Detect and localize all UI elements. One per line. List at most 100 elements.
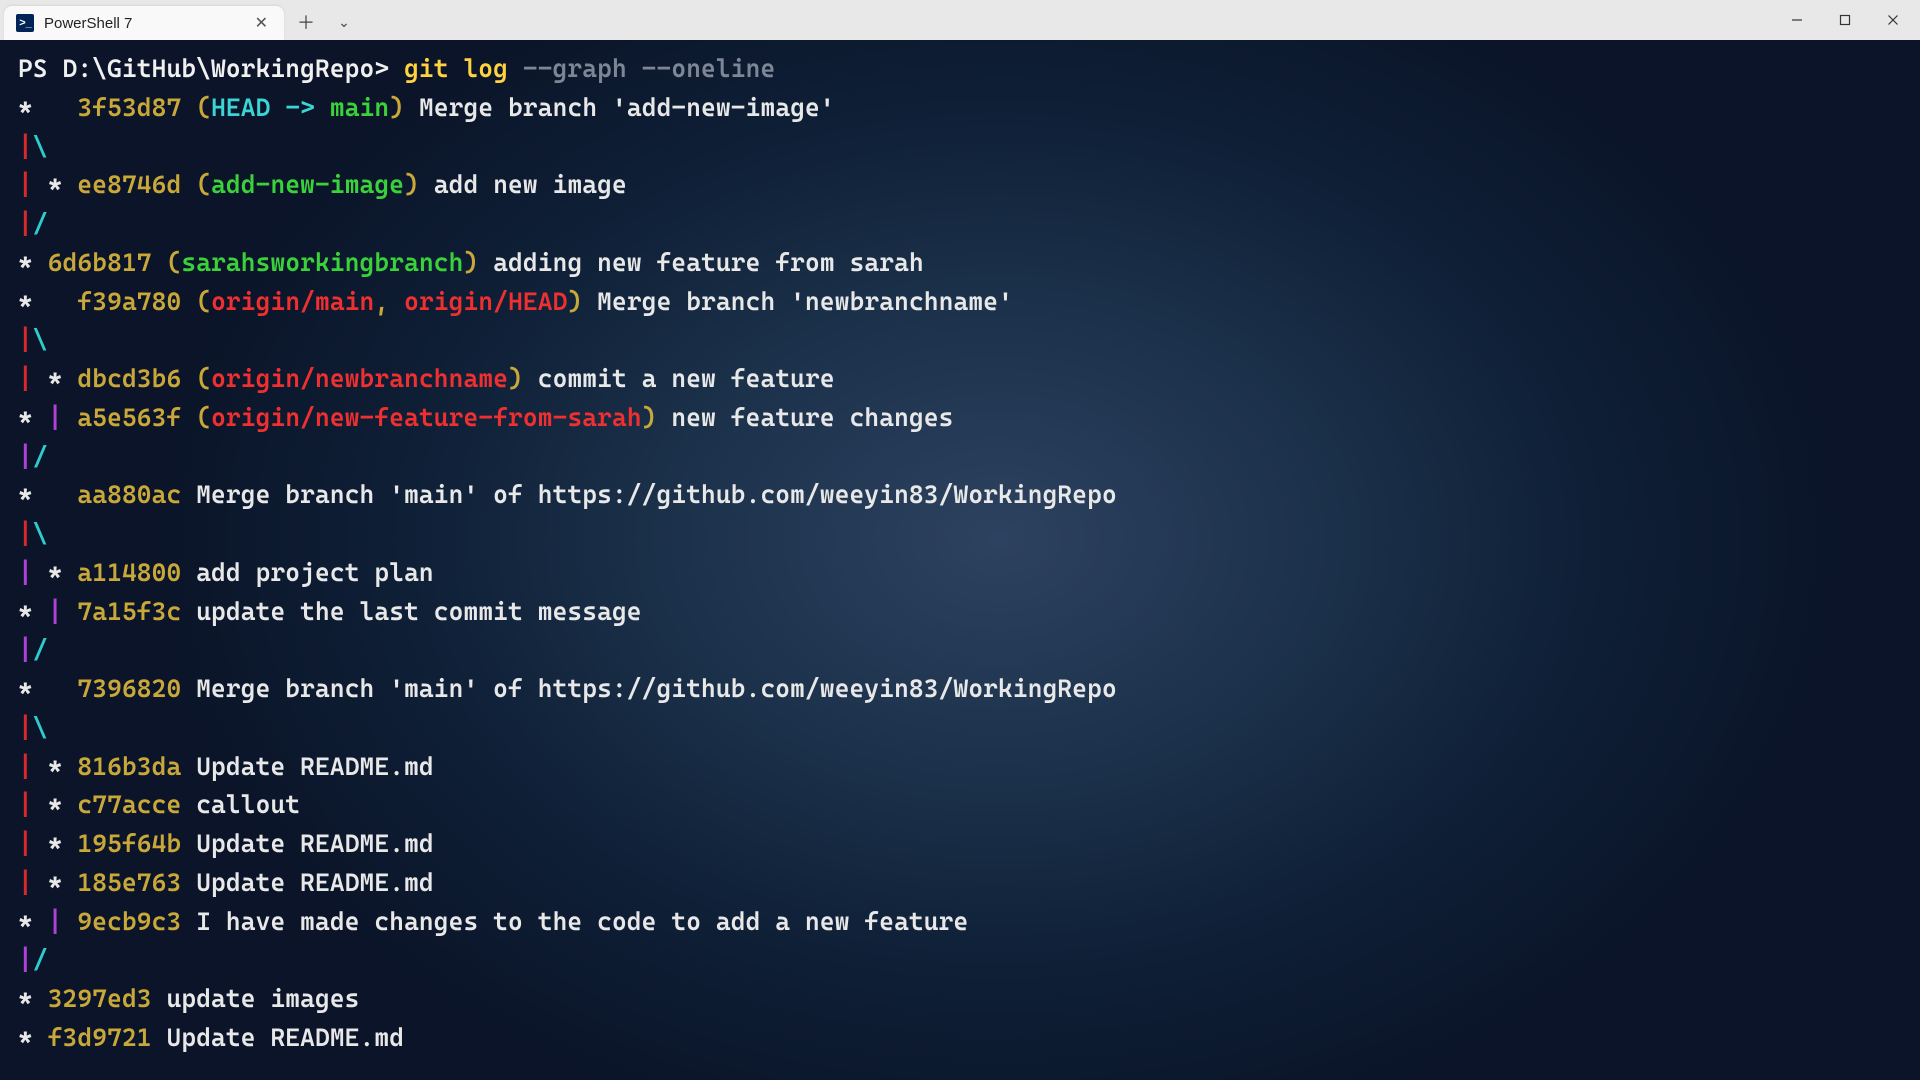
commit-hash: f39a780 (77, 287, 181, 316)
commit-hash: 3f53d87 (77, 93, 181, 122)
graph-segment: * (48, 170, 78, 199)
graph-segment: | (18, 829, 48, 858)
tab-dropdown-button[interactable]: ⌄ (328, 6, 360, 38)
tab-powershell[interactable]: >_ PowerShell 7 ✕ (4, 6, 284, 40)
commit-hash: c77acce (77, 790, 181, 819)
git-log-line: |/ (18, 941, 1902, 980)
graph-segment: * (18, 93, 77, 122)
git-command: git log (404, 54, 508, 83)
graph-segment: | (18, 868, 48, 897)
commit-message: Merge branch 'newbranchname' (582, 287, 1013, 316)
ref-segment: HEAD -> (211, 93, 330, 122)
tab-strip: >_ PowerShell 7 ✕ ＋ ⌄ (4, 0, 360, 40)
ref-segment: ) (567, 287, 582, 316)
git-log-line: |/ (18, 631, 1902, 670)
ref-segment: ) (642, 403, 657, 432)
git-log-line: |\ (18, 128, 1902, 167)
graph-segment: * (18, 1023, 48, 1052)
git-log-line: |\ (18, 515, 1902, 554)
graph-segment: | (48, 403, 78, 432)
git-log-line: * | 7a15f3c update the last commit messa… (18, 593, 1902, 632)
git-log-line: | * ee8746d (add-new-image) add new imag… (18, 166, 1902, 205)
ref-segment: origin/new-feature-from-sarah (211, 403, 642, 432)
commit-message: adding new feature from sarah (478, 248, 923, 277)
git-log-line: | * 816b3da Update README.md (18, 748, 1902, 787)
prompt-line: PS D:\GitHub\WorkingRepo> git log --grap… (18, 50, 1902, 89)
git-log-line: |\ (18, 321, 1902, 360)
commit-hash: a114800 (77, 558, 181, 587)
close-tab-icon[interactable]: ✕ (249, 11, 274, 35)
git-flag-graph: --graph (508, 54, 627, 83)
terminal-body[interactable]: PS D:\GitHub\WorkingRepo> git log --grap… (0, 40, 1920, 1080)
graph-segment: | (18, 325, 33, 354)
graph-segment: | (18, 442, 33, 471)
graph-segment: * (48, 558, 78, 587)
graph-segment: | (18, 132, 33, 161)
commit-message: add new image (419, 170, 627, 199)
graph-segment: \ (33, 519, 48, 548)
graph-segment: * (18, 480, 77, 509)
new-tab-button[interactable]: ＋ (290, 6, 322, 38)
ref-segment: ) (404, 170, 419, 199)
graph-segment: * (18, 248, 48, 277)
commit-message: Update README.md (181, 868, 433, 897)
commit-hash: f3d9721 (48, 1023, 152, 1052)
graph-segment: * (48, 752, 78, 781)
close-window-button[interactable] (1870, 4, 1916, 36)
graph-segment: | (18, 364, 48, 393)
window-controls (1774, 4, 1916, 36)
graph-segment: * (18, 403, 48, 432)
commit-message: callout (181, 790, 300, 819)
ref-segment: ( (196, 170, 211, 199)
git-log-line: * | a5e563f (origin/new-feature-from-sar… (18, 399, 1902, 438)
commit-hash: 7a15f3c (77, 597, 181, 626)
ref-segment: ) (508, 364, 523, 393)
commit-hash: 816b3da (77, 752, 181, 781)
commit-message: Merge branch 'add-new-image' (404, 93, 835, 122)
graph-segment: \ (33, 132, 48, 161)
git-log-line: * f39a780 (origin/main, origin/HEAD) Mer… (18, 283, 1902, 322)
tab-title: PowerShell 7 (44, 15, 239, 32)
commit-hash: 195f64b (77, 829, 181, 858)
titlebar: >_ PowerShell 7 ✕ ＋ ⌄ (0, 0, 1920, 40)
commit-hash: 9ecb9c3 (77, 907, 181, 936)
graph-segment: | (18, 713, 33, 742)
graph-segment: / (33, 945, 48, 974)
graph-segment: | (48, 597, 78, 626)
commit-message: Update README.md (152, 1023, 404, 1052)
ref-segment: ( (196, 364, 211, 393)
graph-segment: * (18, 287, 77, 316)
commit-message: Merge branch 'main' of https://github.co… (181, 480, 1116, 509)
ref-segment: sarahsworkingbranch (181, 248, 463, 277)
commit-hash: ee8746d (77, 170, 181, 199)
ref-segment: ) (464, 248, 479, 277)
graph-segment: * (18, 984, 48, 1013)
graph-segment: * (48, 829, 78, 858)
powershell-icon: >_ (16, 14, 34, 32)
commit-message: add project plan (181, 558, 433, 587)
commit-message: update images (152, 984, 360, 1013)
graph-segment: | (18, 752, 48, 781)
git-log-line: |\ (18, 709, 1902, 748)
git-log-line: * | 9ecb9c3 I have made changes to the c… (18, 903, 1902, 942)
git-log-line: | * dbcd3b6 (origin/newbranchname) commi… (18, 360, 1902, 399)
ref-segment: ( (196, 287, 211, 316)
graph-segment: | (48, 907, 78, 936)
git-log-line: | * 185e763 Update README.md (18, 864, 1902, 903)
git-log-line: * 7396820 Merge branch 'main' of https:/… (18, 670, 1902, 709)
commit-message: Update README.md (181, 829, 433, 858)
graph-segment: / (33, 209, 48, 238)
graph-segment: \ (33, 713, 48, 742)
graph-segment: * (18, 907, 48, 936)
graph-segment: * (48, 364, 78, 393)
ref-segment: main (330, 93, 389, 122)
commit-hash: aa880ac (77, 480, 181, 509)
ref-segment: origin/main (211, 287, 374, 316)
maximize-button[interactable] (1822, 4, 1868, 36)
commit-hash: 7396820 (77, 674, 181, 703)
commit-hash: a5e563f (77, 403, 181, 432)
minimize-button[interactable] (1774, 4, 1820, 36)
commit-message: new feature changes (657, 403, 954, 432)
ref-segment: origin/newbranchname (211, 364, 508, 393)
commit-hash: 185e763 (77, 868, 181, 897)
